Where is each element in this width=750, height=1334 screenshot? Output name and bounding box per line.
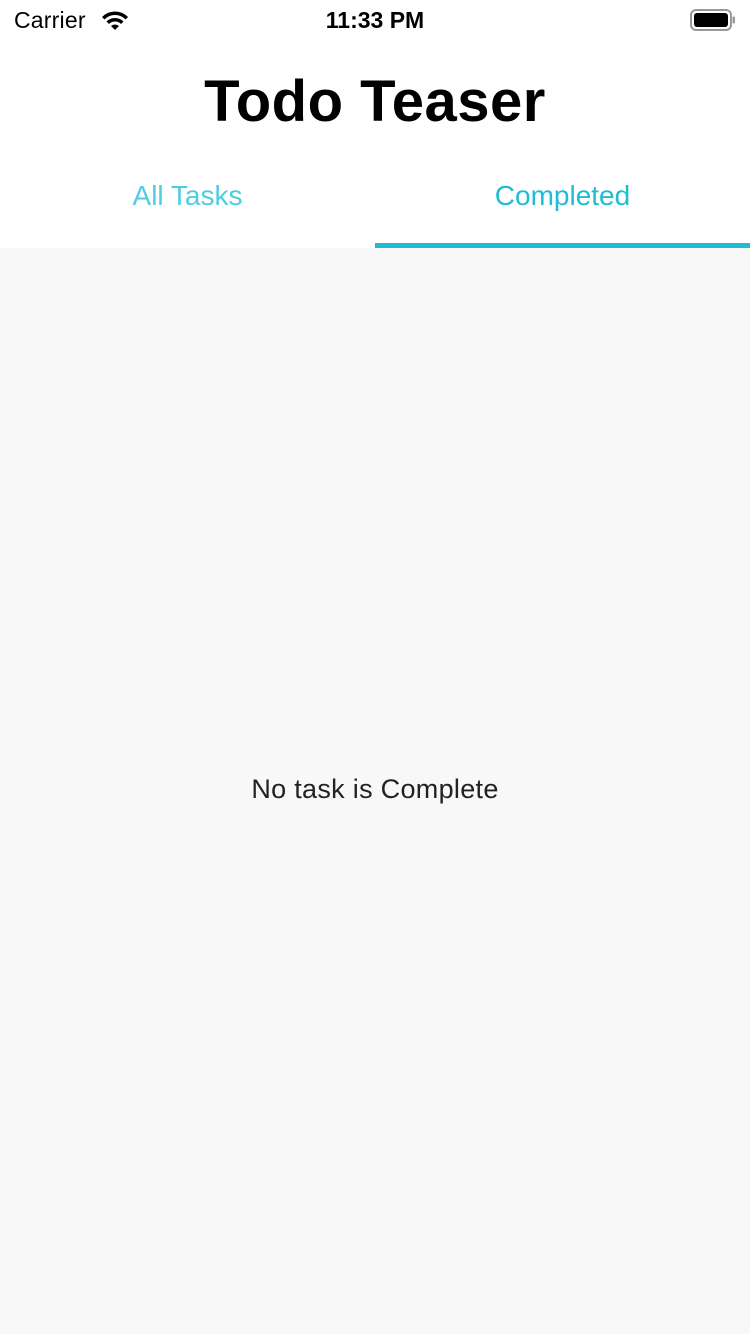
status-time: 11:33 PM <box>325 7 425 33</box>
page-title: Todo Teaser <box>204 69 546 134</box>
tab-bar: All Tasks Completed <box>0 158 750 248</box>
tab-completed[interactable]: Completed <box>375 158 750 248</box>
app-header: Todo Teaser All Tasks Completed <box>0 40 750 248</box>
empty-state-message: No task is Complete <box>251 774 499 804</box>
completed-task-list: No task is Complete <box>0 248 750 1334</box>
tab-all-tasks[interactable]: All Tasks <box>0 158 375 248</box>
status-bar: Carrier 11:33 PM <box>0 0 750 40</box>
tab-all-tasks-label: All Tasks <box>132 180 243 211</box>
battery-icon <box>690 9 735 31</box>
tab-completed-label: Completed <box>494 180 631 211</box>
